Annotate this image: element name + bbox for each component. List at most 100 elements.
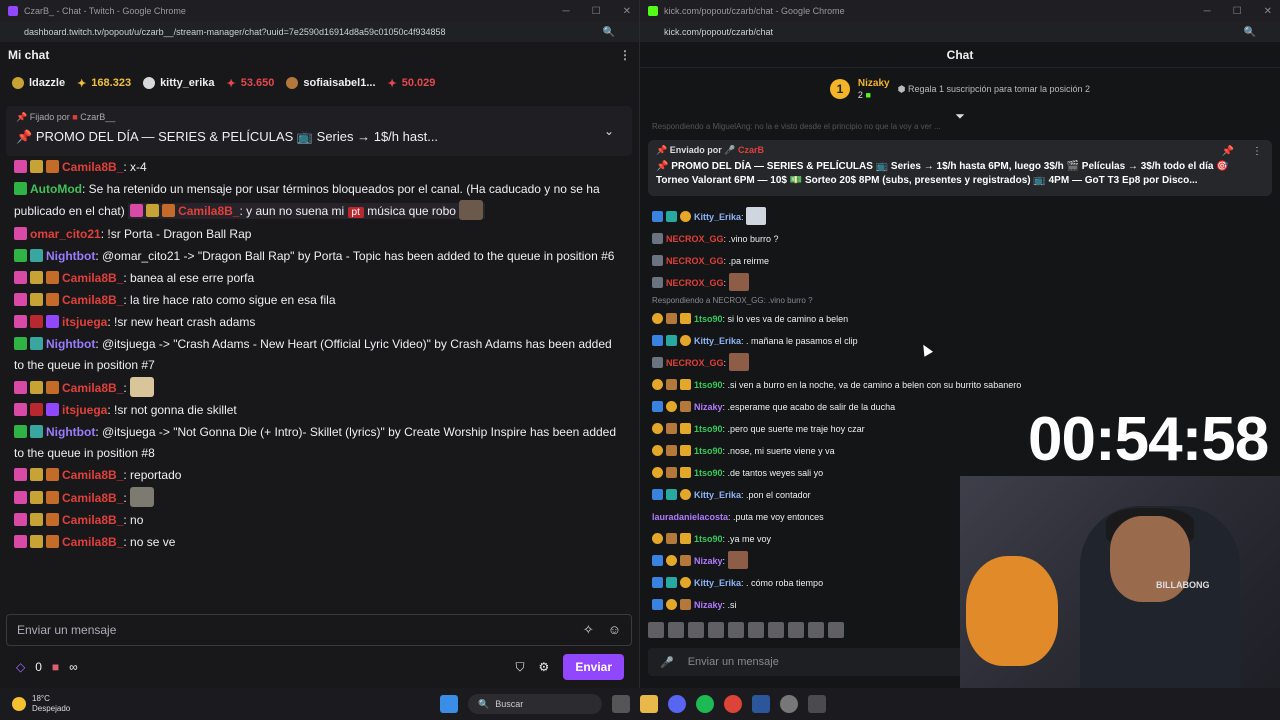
emote-picker-icon[interactable]: ☺ <box>608 622 621 638</box>
chat-message: Camila8B_: no se ve <box>14 532 618 553</box>
username[interactable]: NECROX_GG <box>666 358 724 368</box>
username[interactable]: Nightbot <box>46 249 95 263</box>
gifter-name[interactable]: Nizaky <box>858 78 890 90</box>
username[interactable]: Camila8B_ <box>62 271 123 285</box>
weather-widget[interactable]: 18°C Despejado <box>12 694 70 714</box>
username[interactable]: 1tso90 <box>694 446 723 456</box>
username[interactable]: Nightbot <box>46 337 95 351</box>
username[interactable]: 1tso90 <box>694 534 723 544</box>
username[interactable]: Camila8B_ <box>62 468 123 482</box>
emote-icon[interactable] <box>668 622 684 638</box>
taskbar-search[interactable]: 🔍 Buscar <box>468 694 602 714</box>
emote-image <box>728 353 749 371</box>
chat-header: Mi chat ⋮ <box>0 42 639 68</box>
username[interactable]: itsjuega <box>62 315 107 329</box>
username[interactable]: Nizaky <box>694 600 723 610</box>
username[interactable]: 1tso90 <box>694 314 723 324</box>
zoom-icon[interactable]: 🔍 <box>603 27 615 38</box>
chat-message: NECROX_GG: <box>652 272 1272 294</box>
username[interactable]: Camila8B_ <box>62 293 123 307</box>
pinned-message[interactable]: 📌 Fijado por ■ CzarB__ 📌 PROMO DEL DÍA —… <box>6 106 632 156</box>
username[interactable]: NECROX_GG <box>666 234 724 244</box>
emote-icon[interactable] <box>648 622 664 638</box>
zoom-icon[interactable]: 🔍 <box>1244 27 1256 38</box>
app-icon[interactable] <box>780 695 798 713</box>
minimize-icon[interactable]: ─ <box>563 6 570 17</box>
username[interactable]: omar_cito21 <box>30 227 101 241</box>
emote-icon[interactable] <box>728 622 744 638</box>
close-icon[interactable]: ✕ <box>623 6 631 17</box>
unpin-icon[interactable]: 📌 <box>1222 146 1234 157</box>
username[interactable]: Nizaky <box>694 402 723 412</box>
username[interactable]: Kitty_Erika <box>694 336 741 346</box>
stream-timer: 00:54:58 <box>1028 405 1269 474</box>
username[interactable]: Camila8B_ <box>62 491 123 505</box>
leaderboard-entry[interactable]: kitty_erika <box>143 77 215 89</box>
leaderboard-entry[interactable]: sofiaisabel1... <box>286 77 376 89</box>
twitch-address-bar[interactable]: dashboard.twitch.tv/popout/u/czarb__/str… <box>0 22 639 42</box>
maximize-icon[interactable]: ☐ <box>592 6 601 17</box>
channel-points-icon[interactable]: ◇ <box>16 660 25 674</box>
chrome-icon[interactable] <box>724 695 742 713</box>
emote-icon[interactable] <box>828 622 844 638</box>
username[interactable]: Nightbot <box>46 425 95 439</box>
gift-prompt[interactable]: ⬢ Regala 1 suscripción para tomar la pos… <box>898 84 1090 95</box>
username[interactable]: Kitty_Erika <box>694 212 741 222</box>
twitch-window-title: CzarB_ - Chat - Twitch - Google Chrome <box>24 6 186 16</box>
username[interactable]: 1tso90 <box>694 424 723 434</box>
shirt-logo: BILLABONG <box>1156 580 1210 590</box>
gear-icon[interactable]: ⚙ <box>539 660 550 674</box>
input-placeholder: Enviar un mensaje <box>17 623 117 637</box>
username[interactable]: Camila8B_ <box>62 513 123 527</box>
reply-reference: Respondiendo a NECROX_GG: .vino burro ? <box>652 296 813 305</box>
shield-icon[interactable]: ⛉ <box>516 660 525 675</box>
celebration-icon[interactable]: ✧ <box>583 622 594 638</box>
gift-icon[interactable]: ■ <box>52 660 59 674</box>
username[interactable]: 1tso90 <box>694 468 723 478</box>
document-icon[interactable] <box>752 695 770 713</box>
more-options-icon[interactable]: ⋮ <box>1252 146 1262 157</box>
emote-icon[interactable] <box>708 622 724 638</box>
maximize-icon[interactable]: ☐ <box>1233 6 1242 17</box>
kick-pinned-message[interactable]: 📌 Enviado por 🎤 CzarB 📌 PROMO DEL DÍA — … <box>648 140 1272 196</box>
filter-icon[interactable]: ⏷ <box>640 110 1280 122</box>
minimize-icon[interactable]: ─ <box>1204 6 1211 17</box>
username[interactable]: itsjuega <box>62 403 107 417</box>
file-explorer-icon[interactable] <box>640 695 658 713</box>
emote-icon[interactable] <box>788 622 804 638</box>
emote-icon[interactable] <box>768 622 784 638</box>
username[interactable]: NECROX_GG <box>666 278 724 288</box>
microphone-icon[interactable]: 🎤 <box>660 656 674 669</box>
close-icon[interactable]: ✕ <box>1264 6 1272 17</box>
more-options-icon[interactable]: ⋮ <box>619 48 631 62</box>
kick-chat-title: Chat <box>946 47 974 62</box>
automod-message: AutoMod: Se ha retenido un mensaje por u… <box>14 182 600 220</box>
emote-icon[interactable] <box>808 622 824 638</box>
spotify-icon[interactable] <box>696 695 714 713</box>
username[interactable]: lauradanielacosta <box>652 512 728 522</box>
chevron-down-icon[interactable]: ⌄ <box>604 124 614 138</box>
username[interactable]: AutoMod <box>30 182 82 196</box>
chat-message: Nightbot: @itsjuega -> "Not Gonna Die (+… <box>14 425 617 460</box>
username[interactable]: Kitty_Erika <box>694 490 741 500</box>
pinned-text: 📌 PROMO DEL DÍA — SERIES & PELÍCULAS 📺 S… <box>16 129 439 144</box>
leaderboard-entry[interactable]: ldazzle <box>12 77 65 89</box>
discord-icon[interactable] <box>668 695 686 713</box>
username[interactable]: Camila8B_ <box>62 160 123 174</box>
kick-message-input[interactable]: 🎤 Enviar un mensaje <box>648 648 962 676</box>
username[interactable]: 1tso90 <box>694 380 723 390</box>
emote-icon[interactable] <box>748 622 764 638</box>
windows-start-icon[interactable] <box>440 695 458 713</box>
send-button[interactable]: Enviar <box>563 654 624 680</box>
calculator-icon[interactable] <box>808 695 826 713</box>
kick-address-bar[interactable]: kick.com/popout/czarb/chat 🔍 <box>640 22 1280 42</box>
username[interactable]: Camila8B_ <box>62 535 123 549</box>
username[interactable]: Kitty_Erika <box>694 578 741 588</box>
twitch-message-input[interactable]: Enviar un mensaje ✧ ☺ <box>6 614 632 646</box>
username[interactable]: Nizaky <box>694 556 723 566</box>
username[interactable]: Camila8B_ <box>62 381 123 395</box>
task-view-icon[interactable] <box>612 695 630 713</box>
gifter-rank-badge: 1 <box>829 79 850 99</box>
username[interactable]: NECROX_GG <box>666 256 724 266</box>
emote-icon[interactable] <box>688 622 704 638</box>
